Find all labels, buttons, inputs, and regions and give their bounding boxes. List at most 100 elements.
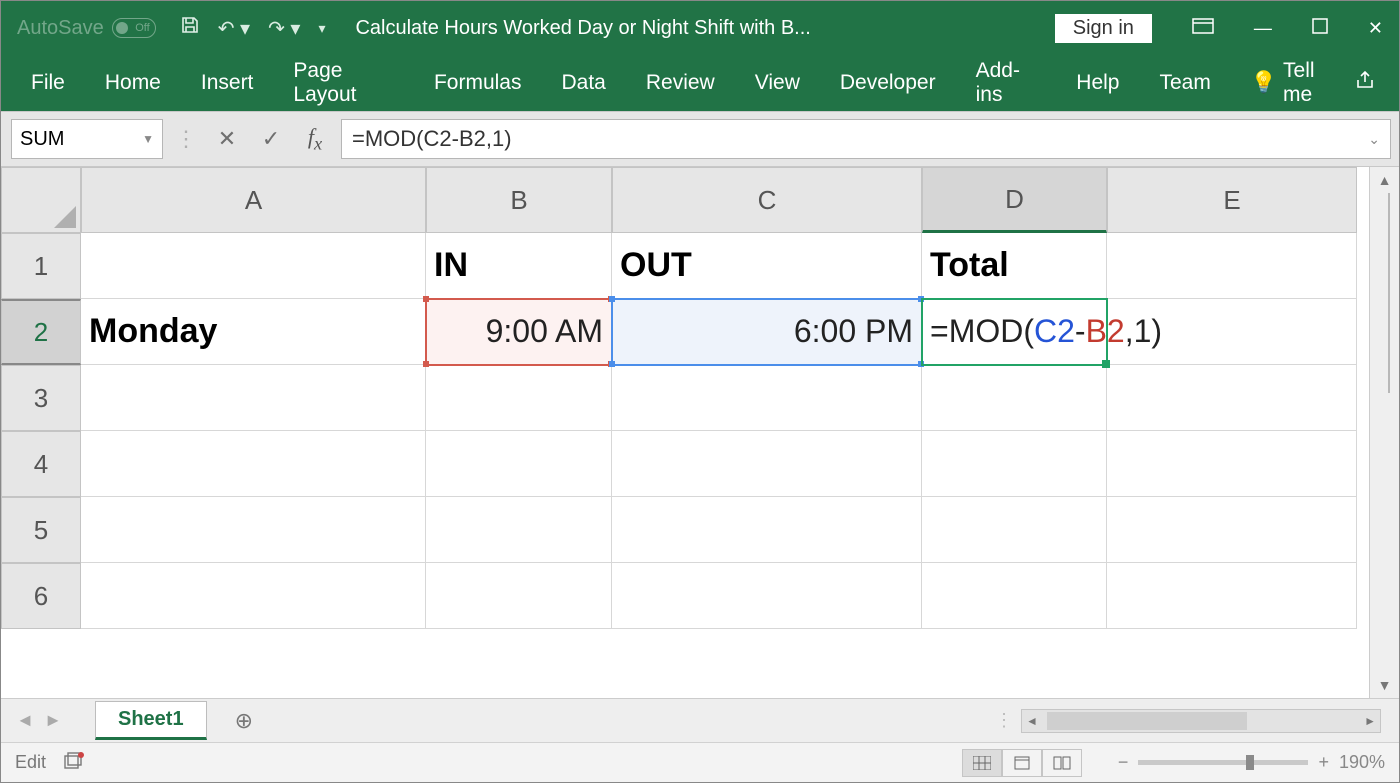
tab-review[interactable]: Review xyxy=(626,55,735,111)
cell-b6[interactable] xyxy=(426,563,612,629)
cell-b4[interactable] xyxy=(426,431,612,497)
row-header-6[interactable]: 6 xyxy=(1,563,81,629)
expand-formula-icon[interactable]: ⌄ xyxy=(1368,131,1380,148)
cell-c6[interactable] xyxy=(612,563,922,629)
ribbon-display-icon[interactable] xyxy=(1192,18,1214,39)
grid[interactable]: A B C D E 1 IN OUT Total 2 Monday 9:00 A… xyxy=(1,167,1369,698)
d2-pre: =MOD( xyxy=(930,313,1034,350)
sheet-tab-active[interactable]: Sheet1 xyxy=(95,701,207,740)
row-header-4[interactable]: 4 xyxy=(1,431,81,497)
cell-e3[interactable] xyxy=(1107,365,1357,431)
col-header-b[interactable]: B xyxy=(426,167,612,233)
zoom-slider[interactable] xyxy=(1138,760,1308,765)
tab-file[interactable]: File xyxy=(11,55,85,111)
row-header-1[interactable]: 1 xyxy=(1,233,81,299)
vscroll-thumb[interactable] xyxy=(1388,193,1390,393)
zoom-in-icon[interactable]: + xyxy=(1318,752,1329,773)
page-break-view-icon[interactable] xyxy=(1042,749,1082,777)
share-icon[interactable] xyxy=(1355,70,1379,96)
col-header-e[interactable]: E xyxy=(1107,167,1357,233)
tab-developer[interactable]: Developer xyxy=(820,55,956,111)
autosave-switch[interactable]: Off xyxy=(112,18,156,38)
cancel-formula-icon[interactable]: ✕ xyxy=(209,126,245,152)
zoom-knob[interactable] xyxy=(1246,755,1254,770)
tab-addins[interactable]: Add-ins xyxy=(956,55,1057,111)
sheet-nav-next-icon[interactable]: ► xyxy=(39,710,67,731)
tab-home[interactable]: Home xyxy=(85,55,181,111)
row-header-3[interactable]: 3 xyxy=(1,365,81,431)
cell-b3[interactable] xyxy=(426,365,612,431)
tab-view[interactable]: View xyxy=(735,55,820,111)
cell-c1[interactable]: OUT xyxy=(612,233,922,299)
cell-a6[interactable] xyxy=(81,563,426,629)
cell-c5[interactable] xyxy=(612,497,922,563)
tab-team[interactable]: Team xyxy=(1140,55,1231,111)
page-layout-view-icon[interactable] xyxy=(1002,749,1042,777)
enter-formula-icon[interactable]: ✓ xyxy=(253,126,289,152)
cell-a1[interactable] xyxy=(81,233,426,299)
add-sheet-icon[interactable]: ⊕ xyxy=(235,708,253,734)
normal-view-icon[interactable] xyxy=(962,749,1002,777)
undo-icon[interactable]: ↶ ▾ xyxy=(218,16,250,41)
cell-a5[interactable] xyxy=(81,497,426,563)
scroll-down-icon[interactable]: ▼ xyxy=(1370,672,1399,698)
vertical-scrollbar[interactable]: ▲ ▼ xyxy=(1369,167,1399,698)
name-box[interactable]: SUM ▼ xyxy=(11,119,163,159)
horizontal-scrollbar[interactable]: ◄ ► xyxy=(1021,709,1381,733)
cell-a2[interactable]: Monday xyxy=(81,299,426,365)
chevron-down-icon[interactable]: ▼ xyxy=(142,132,154,146)
zoom-value[interactable]: 190% xyxy=(1339,752,1385,773)
cell-d5[interactable] xyxy=(922,497,1107,563)
hscroll-left-icon[interactable]: ◄ xyxy=(1026,714,1038,728)
tab-split-icon[interactable]: ⋮ xyxy=(995,710,1013,731)
cell-e4[interactable] xyxy=(1107,431,1357,497)
col-header-c[interactable]: C xyxy=(612,167,922,233)
tab-data[interactable]: Data xyxy=(542,55,626,111)
close-icon[interactable]: ✕ xyxy=(1368,18,1383,39)
cell-d6[interactable] xyxy=(922,563,1107,629)
row-header-5[interactable]: 5 xyxy=(1,497,81,563)
cell-b5[interactable] xyxy=(426,497,612,563)
scroll-up-icon[interactable]: ▲ xyxy=(1370,167,1399,193)
cell-b2[interactable]: 9:00 AM xyxy=(426,299,612,365)
cell-a4[interactable] xyxy=(81,431,426,497)
cell-e1[interactable] xyxy=(1107,233,1357,299)
cell-e6[interactable] xyxy=(1107,563,1357,629)
formula-text: =MOD(C2-B2,1) xyxy=(352,126,512,152)
cell-d2[interactable]: =MOD(C2-B2,1) xyxy=(922,299,1107,365)
col-header-a[interactable]: A xyxy=(81,167,426,233)
sheet-nav-prev-icon[interactable]: ◄ xyxy=(11,710,39,731)
qat-customize-icon[interactable]: ▾ xyxy=(318,20,325,37)
cell-d3[interactable] xyxy=(922,365,1107,431)
tab-formulas[interactable]: Formulas xyxy=(414,55,542,111)
minimize-icon[interactable]: ― xyxy=(1254,18,1272,39)
cell-b2-value: 9:00 AM xyxy=(486,313,603,350)
tab-insert[interactable]: Insert xyxy=(181,55,274,111)
formula-input[interactable]: =MOD(C2-B2,1) ⌄ xyxy=(341,119,1391,159)
tab-help[interactable]: Help xyxy=(1056,55,1139,111)
redo-icon[interactable]: ↷ ▾ xyxy=(268,16,300,41)
autosave-toggle[interactable]: AutoSave Off xyxy=(17,17,156,40)
select-all-corner[interactable] xyxy=(1,167,81,233)
cell-d4[interactable] xyxy=(922,431,1107,497)
save-icon[interactable] xyxy=(180,15,200,41)
zoom-out-icon[interactable]: − xyxy=(1118,752,1129,773)
tell-me[interactable]: 💡 Tell me xyxy=(1231,55,1355,111)
cell-b1[interactable]: IN xyxy=(426,233,612,299)
fx-icon[interactable]: fx xyxy=(297,124,333,154)
cell-c3[interactable] xyxy=(612,365,922,431)
cell-c4[interactable] xyxy=(612,431,922,497)
cell-e5[interactable] xyxy=(1107,497,1357,563)
cell-c2[interactable]: 6:00 PM xyxy=(612,299,922,365)
cell-a3[interactable] xyxy=(81,365,426,431)
macro-record-icon[interactable] xyxy=(64,751,86,774)
sign-in-button[interactable]: Sign in xyxy=(1055,14,1152,43)
col-header-d[interactable]: D xyxy=(922,167,1107,233)
hscroll-right-icon[interactable]: ► xyxy=(1364,714,1376,728)
hscroll-thumb[interactable] xyxy=(1047,712,1247,730)
row-header-2[interactable]: 2 xyxy=(1,299,81,365)
d2-dash: - xyxy=(1075,313,1086,350)
maximize-icon[interactable] xyxy=(1312,18,1328,39)
tab-page-layout[interactable]: Page Layout xyxy=(273,55,414,111)
cell-d1[interactable]: Total xyxy=(922,233,1107,299)
